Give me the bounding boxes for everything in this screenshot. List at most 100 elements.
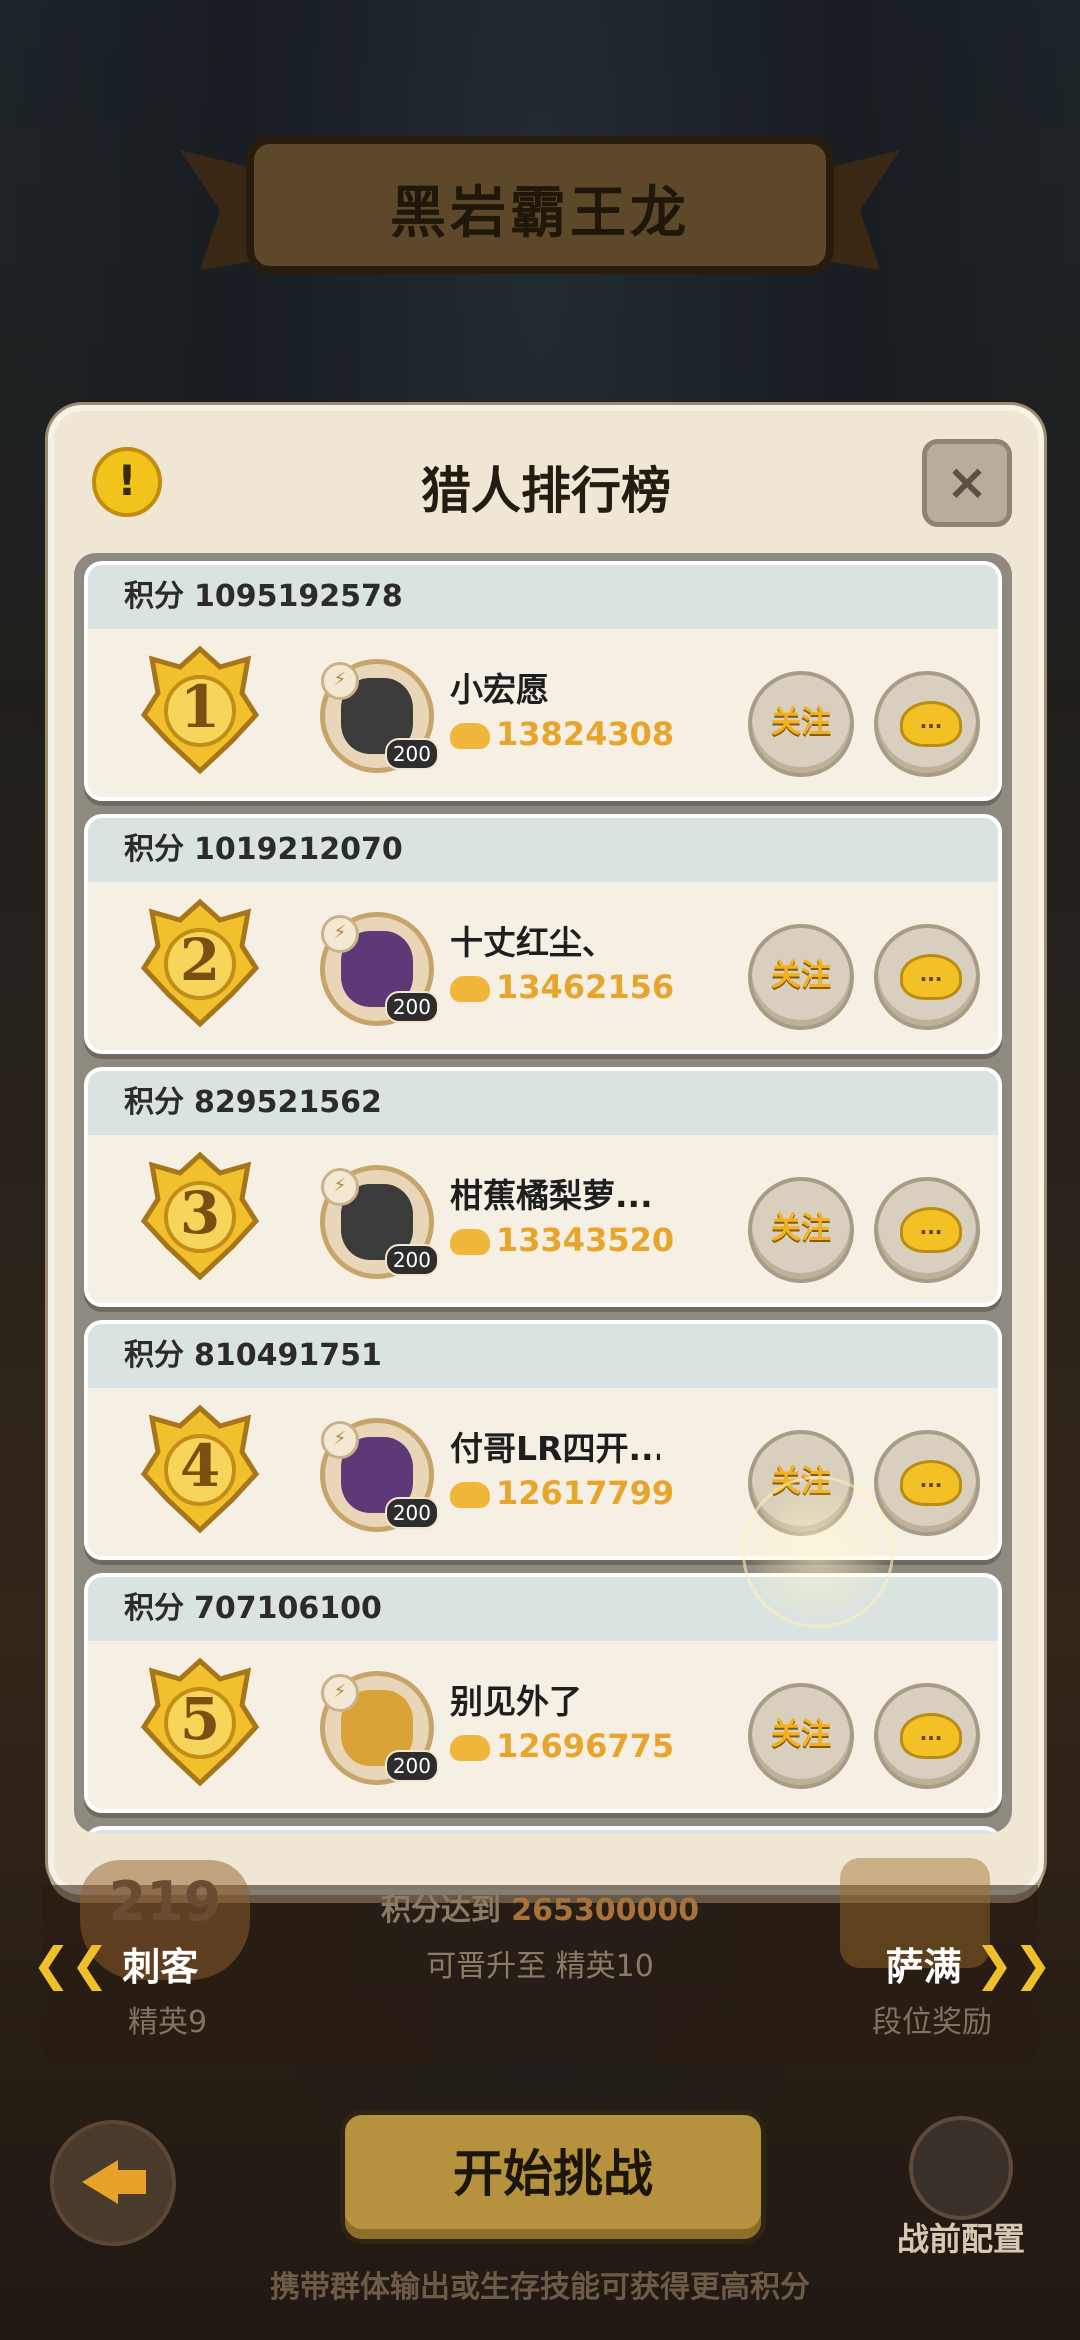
next-class-name: 萨满	[885, 1945, 962, 1989]
score-label: 积分	[124, 579, 184, 614]
score-header: 积分 829521562	[88, 1071, 998, 1135]
power-value: 13824308	[496, 715, 675, 753]
hint-text: 携带群体输出或生存技能可获得更高积分	[270, 2270, 810, 2305]
rank-badge: 2	[140, 898, 260, 1028]
player-name: 柑蕉橘梨萝...	[450, 1176, 653, 1215]
chat-button[interactable]: ...	[874, 1177, 980, 1283]
rank-number: 3	[179, 1179, 221, 1247]
power-value-wrap: 13462156	[450, 968, 674, 1006]
follow-button[interactable]: 关注	[748, 1683, 854, 1789]
chat-bubble-icon: ...	[900, 1207, 962, 1253]
rank-number: 1	[179, 673, 221, 741]
follow-button[interactable]: 关注	[748, 1177, 854, 1283]
chat-bubble-icon: ...	[900, 1713, 962, 1759]
rank-number: 5	[179, 1685, 221, 1753]
rank-badge: 5	[140, 1657, 260, 1787]
score-label: 积分	[124, 832, 184, 867]
player-level: 200	[384, 1497, 439, 1529]
double-chevron-right-icon: ❯❯	[974, 1937, 1052, 1991]
score-label: 积分	[124, 1338, 184, 1373]
class-icon: ⚡	[321, 1168, 359, 1206]
class-icon: ⚡	[321, 1421, 359, 1459]
back-arrow-tail	[116, 2170, 146, 2194]
player-name: 十丈红尘、	[450, 923, 615, 962]
chat-button[interactable]: ...	[874, 671, 980, 777]
player-avatar[interactable]: ⚡ 200	[320, 659, 439, 773]
config-label: 战前配置	[896, 2220, 1025, 2258]
power-value: 12696775	[496, 1727, 675, 1765]
config-avatar-icon	[909, 2116, 1013, 2220]
ranking-row: 积分659420812	[84, 1826, 1002, 1833]
player-avatar[interactable]: ⚡ 200	[320, 1165, 439, 1279]
power-fist-icon	[450, 723, 490, 749]
prev-class-name: 刺客	[122, 1945, 199, 1989]
close-button[interactable]: ×	[922, 439, 1012, 527]
power-value-wrap: 12617799	[450, 1474, 674, 1512]
score-value: 829521562	[194, 1085, 382, 1120]
prev-class-rank: 精英9	[128, 2005, 208, 2040]
back-arrow-icon	[82, 2160, 118, 2204]
current-rank-number: 219	[108, 1870, 222, 1933]
class-icon: ⚡	[321, 662, 359, 700]
chat-button[interactable]: ...	[874, 1683, 980, 1789]
player-name: 付哥LR四开...	[450, 1429, 660, 1468]
power-value: 12617799	[496, 1474, 675, 1512]
tap-glow-effect	[742, 1476, 894, 1628]
back-button[interactable]	[50, 2120, 176, 2246]
pre-battle-config-button[interactable]: 战前配置	[886, 2116, 1036, 2260]
panel-title: 猎人排行榜	[421, 462, 671, 520]
ranking-row: 积分 829521562 3 ⚡ 200 柑蕉橘梨萝... 13343520 关注…	[84, 1067, 1002, 1307]
power-value: 13462156	[496, 968, 675, 1006]
score-label: 积分	[124, 1085, 184, 1120]
power-fist-icon	[450, 976, 490, 1002]
leaderboard-panel: ! 猎人排行榜 × 积分 1095192578 1 ⚡ 200 小宏愿 13824…	[48, 405, 1044, 1895]
chat-bubble-icon: ...	[900, 954, 962, 1000]
player-level: 200	[384, 991, 439, 1023]
player-name: 小宏愿	[450, 670, 549, 709]
double-chevron-left-icon: ❮❮	[32, 1937, 110, 1991]
rank-badge: 3	[140, 1151, 260, 1281]
rank-number: 2	[179, 926, 221, 994]
power-value-wrap: 12696775	[450, 1727, 674, 1765]
chat-button[interactable]: ...	[874, 924, 980, 1030]
chat-button[interactable]: ...	[874, 1430, 980, 1536]
score-label: 积分	[124, 1591, 184, 1626]
chat-bubble-icon: ...	[900, 1460, 962, 1506]
ranking-row: 积分 1019212070 2 ⚡ 200 十丈红尘、 13462156 关注 .…	[84, 814, 1002, 1054]
power-value-wrap: 13343520	[450, 1221, 674, 1259]
player-level: 200	[384, 738, 439, 770]
class-icon: ⚡	[321, 1674, 359, 1712]
player-avatar[interactable]: ⚡ 200	[320, 1671, 439, 1785]
score-value: 1095192578	[194, 579, 403, 614]
score-value: 810491751	[194, 1338, 382, 1373]
score-header: 积分659420812	[88, 1830, 998, 1833]
rank-reward-label: 段位奖励	[872, 2005, 992, 2040]
score-value: 707106100	[194, 1591, 382, 1626]
power-fist-icon	[450, 1482, 490, 1508]
player-avatar[interactable]: ⚡ 200	[320, 912, 439, 1026]
player-avatar[interactable]: ⚡ 200	[320, 1418, 439, 1532]
ranking-list[interactable]: 积分 1095192578 1 ⚡ 200 小宏愿 13824308 关注 ...	[74, 553, 1012, 1833]
close-icon: ×	[946, 453, 988, 511]
chat-bubble-icon: ...	[900, 701, 962, 747]
power-value: 13343520	[496, 1221, 675, 1259]
score-header: 积分 1019212070	[88, 818, 998, 882]
rank-badge: 4	[140, 1404, 260, 1534]
follow-button[interactable]: 关注	[748, 924, 854, 1030]
prev-class-nav[interactable]: ❮❮ 刺客 精英9	[32, 1936, 207, 2041]
player-name: 别见外了	[450, 1682, 582, 1721]
rank-badge: 1	[140, 645, 260, 775]
start-challenge-button[interactable]: 开始挑战	[340, 2110, 766, 2244]
power-value-wrap: 13824308	[450, 715, 674, 753]
power-fist-icon	[450, 1229, 490, 1255]
class-icon: ⚡	[321, 915, 359, 953]
rank-number: 4	[179, 1432, 221, 1500]
power-fist-icon	[450, 1735, 490, 1761]
score-value: 1019212070	[194, 832, 403, 867]
follow-button[interactable]: 关注	[748, 671, 854, 777]
player-level: 200	[384, 1750, 439, 1782]
ranking-row: 积分 1095192578 1 ⚡ 200 小宏愿 13824308 关注 ...	[84, 561, 1002, 801]
next-class-nav[interactable]: 萨满 ❯❯ 段位奖励	[872, 1936, 1052, 2041]
score-header: 积分 810491751	[88, 1324, 998, 1388]
score-header: 积分 1095192578	[88, 565, 998, 629]
